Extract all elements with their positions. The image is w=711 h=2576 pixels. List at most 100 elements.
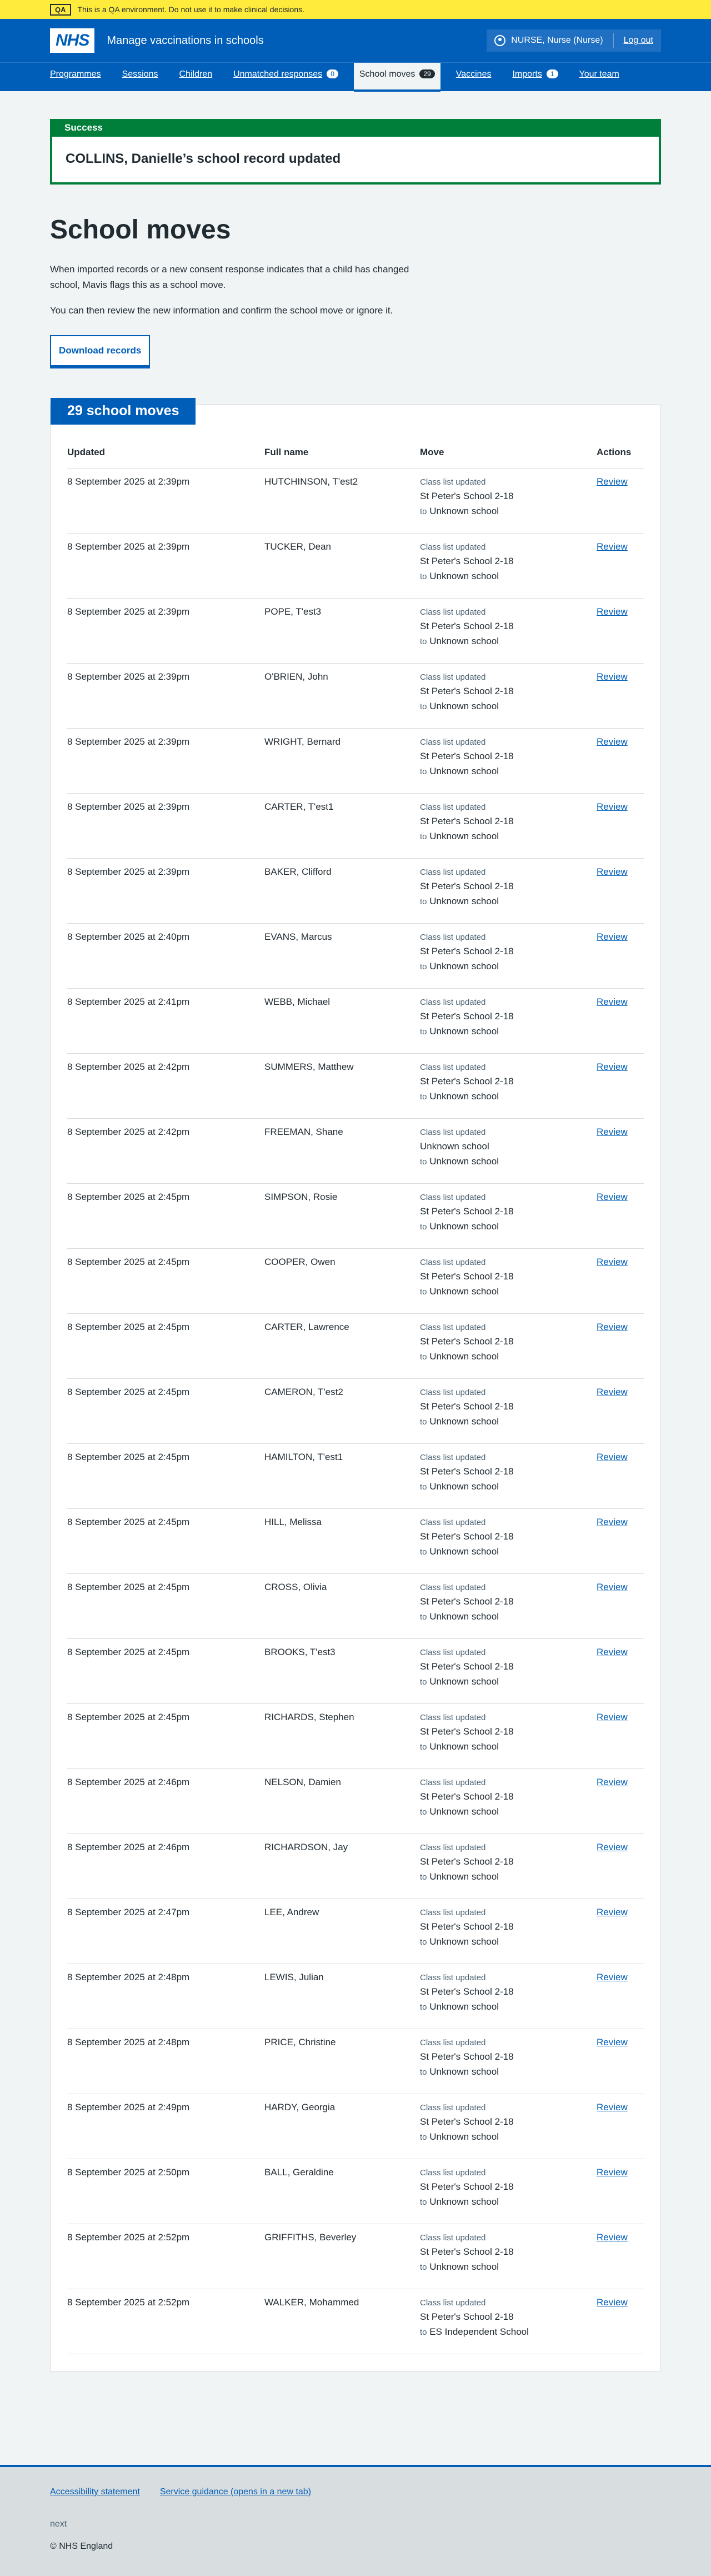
- nhs-logo[interactable]: NHS: [50, 28, 95, 53]
- review-link[interactable]: Review: [597, 736, 628, 747]
- download-records-button[interactable]: Download records: [50, 335, 151, 366]
- review-link[interactable]: Review: [597, 1257, 628, 1267]
- table-row: 8 September 2025 at 2:45pm HAMILTON, T'es…: [67, 1443, 644, 1509]
- intro-paragraph: You can then review the new information …: [50, 305, 393, 316]
- review-link[interactable]: Review: [597, 1192, 628, 1202]
- cell-full-name: CARTER, Lawrence: [264, 1313, 420, 1379]
- cell-updated: 8 September 2025 at 2:40pm: [67, 923, 264, 989]
- move-to-label: to: [420, 1222, 427, 1232]
- review-link[interactable]: Review: [597, 671, 628, 682]
- table-row: 8 September 2025 at 2:47pm LEE, Andrew Cla…: [67, 1899, 644, 1964]
- move-from-school: St Peter's School 2-18: [420, 621, 514, 631]
- review-link[interactable]: Review: [597, 541, 628, 552]
- table-row: 8 September 2025 at 2:46pm RICHARDSON, Ja…: [67, 1833, 644, 1899]
- school-moves-card: 29 school moves Updated Full name Move A…: [50, 398, 661, 2371]
- review-link[interactable]: Review: [597, 2037, 628, 2047]
- cell-move: Class list updated St Peter's School 2-18…: [420, 2289, 597, 2354]
- move-source: Class list updated: [420, 1258, 486, 1267]
- move-to-label: to: [420, 2328, 427, 2337]
- move-to-label: to: [420, 962, 427, 971]
- move-to-line: to Unknown school: [420, 1479, 597, 1494]
- review-link[interactable]: Review: [597, 1452, 628, 1462]
- cell-updated: 8 September 2025 at 2:50pm: [67, 2159, 264, 2224]
- cell-actions: Review: [597, 728, 644, 794]
- move-to-label: to: [420, 2263, 427, 2272]
- review-link[interactable]: Review: [597, 2232, 628, 2243]
- cell-full-name: NELSON, Damien: [264, 1768, 420, 1834]
- move-to-label: to: [420, 1677, 427, 1687]
- review-link[interactable]: Review: [597, 1127, 628, 1137]
- nav-children[interactable]: Children: [179, 63, 213, 92]
- cell-full-name: POPE, T'est3: [264, 598, 420, 664]
- review-link[interactable]: Review: [597, 1517, 628, 1527]
- nav-imports[interactable]: Imports 1: [512, 63, 558, 92]
- column-header-actions: Actions: [597, 447, 644, 469]
- review-link[interactable]: Review: [597, 1907, 628, 1917]
- move-source: Class list updated: [420, 2233, 486, 2243]
- cell-move: Class list updated St Peter's School 2-18…: [420, 1833, 597, 1899]
- move-to-label: to: [420, 1027, 427, 1037]
- cell-actions: Review: [597, 2029, 644, 2094]
- move-to-line: to Unknown school: [420, 1024, 597, 1039]
- nav-programmes[interactable]: Programmes: [50, 63, 101, 92]
- move-to-line: to Unknown school: [420, 2000, 597, 2015]
- review-link[interactable]: Review: [597, 1712, 628, 1722]
- review-link[interactable]: Review: [597, 606, 628, 617]
- cell-move: Class list updated St Peter's School 2-18…: [420, 468, 597, 534]
- move-to-line: to Unknown school: [420, 504, 597, 519]
- move-to-school: Unknown school: [429, 1936, 499, 1947]
- cell-actions: Review: [597, 1638, 644, 1704]
- cell-updated: 8 September 2025 at 2:45pm: [67, 1703, 264, 1769]
- service-guidance-link[interactable]: Service guidance (opens in a new tab): [160, 2487, 311, 2497]
- move-to-label: to: [420, 1287, 427, 1297]
- table-row: 8 September 2025 at 2:45pm CARTER, Lawren…: [67, 1313, 644, 1379]
- cell-full-name: SIMPSON, Rosie: [264, 1183, 420, 1249]
- move-to-line: to Unknown school: [420, 2065, 597, 2080]
- cell-full-name: CROSS, Olivia: [264, 1573, 420, 1639]
- table-row: 8 September 2025 at 2:39pm TUCKER, Dean Cl…: [67, 533, 644, 599]
- move-to-school: Unknown school: [429, 2261, 499, 2272]
- review-link[interactable]: Review: [597, 1842, 628, 1852]
- service-name[interactable]: Manage vaccinations in schools: [107, 34, 263, 47]
- cell-move: Class list updated St Peter's School 2-18…: [420, 533, 597, 599]
- version-label: next: [50, 2519, 67, 2529]
- column-header-move: Move: [420, 447, 597, 469]
- move-from-school: St Peter's School 2-18: [420, 2116, 514, 2127]
- main-content: Success COLLINS, Danielle’s school recor…: [0, 119, 711, 2371]
- review-link[interactable]: Review: [597, 866, 628, 877]
- review-link[interactable]: Review: [597, 1777, 628, 1787]
- nav-unmatched-responses[interactable]: Unmatched responses 0: [233, 63, 338, 92]
- review-link[interactable]: Review: [597, 476, 628, 487]
- review-link[interactable]: Review: [597, 1582, 628, 1592]
- cell-move: Class list updated St Peter's School 2-18…: [420, 663, 597, 729]
- move-source: Class list updated: [420, 1128, 486, 1137]
- logout-link[interactable]: Log out: [624, 36, 653, 46]
- nav-your-team[interactable]: Your team: [579, 63, 619, 92]
- table-row: 8 September 2025 at 2:39pm POPE, T'est3 Cl…: [67, 598, 644, 664]
- cell-full-name: HUTCHINSON, T'est2: [264, 468, 420, 534]
- move-to-school: Unknown school: [429, 961, 499, 971]
- cell-full-name: WRIGHT, Bernard: [264, 728, 420, 794]
- review-link[interactable]: Review: [597, 1972, 628, 1982]
- accessibility-statement-link[interactable]: Accessibility statement: [50, 2487, 140, 2497]
- move-source: Class list updated: [420, 672, 486, 682]
- review-link[interactable]: Review: [597, 1647, 628, 1657]
- nav-sessions[interactable]: Sessions: [122, 63, 158, 92]
- nav-label: Sessions: [122, 69, 158, 79]
- review-link[interactable]: Review: [597, 2297, 628, 2308]
- review-link[interactable]: Review: [597, 996, 628, 1007]
- move-source: Class list updated: [420, 1583, 486, 1592]
- nav-school-moves[interactable]: School moves 29: [353, 63, 440, 92]
- review-link[interactable]: Review: [597, 1062, 628, 1072]
- move-from-school: St Peter's School 2-18: [420, 1661, 514, 1672]
- review-link[interactable]: Review: [597, 2167, 628, 2178]
- cell-full-name: GRIFFITHS, Beverley: [264, 2224, 420, 2289]
- review-link[interactable]: Review: [597, 2102, 628, 2112]
- review-link[interactable]: Review: [597, 931, 628, 942]
- cell-full-name: BALL, Geraldine: [264, 2159, 420, 2224]
- nav-vaccines[interactable]: Vaccines: [456, 63, 492, 92]
- review-link[interactable]: Review: [597, 1322, 628, 1332]
- move-source: Class list updated: [420, 1713, 486, 1722]
- review-link[interactable]: Review: [597, 1387, 628, 1397]
- review-link[interactable]: Review: [597, 801, 628, 812]
